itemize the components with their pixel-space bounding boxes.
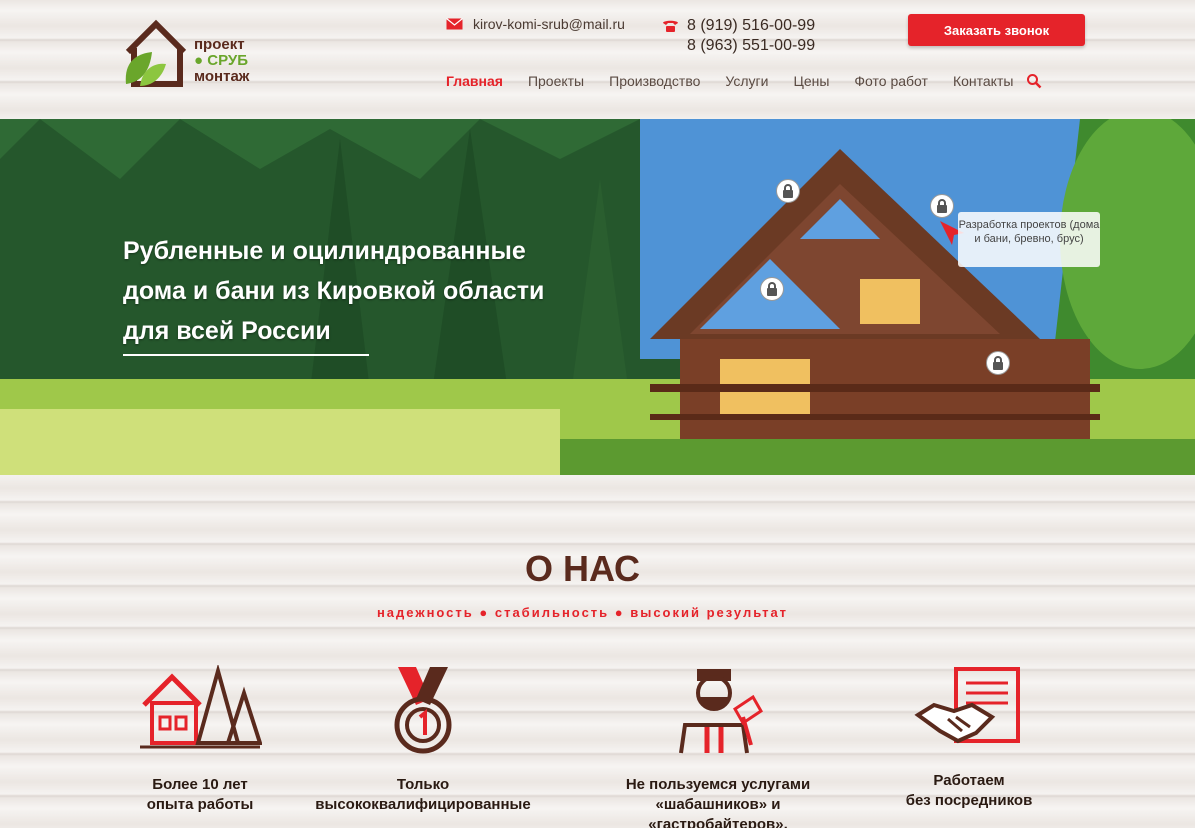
phone-icon	[663, 20, 678, 32]
contact-phones: 8 (919) 516-00-99 8 (963) 551-00-99	[662, 16, 815, 56]
lock-marker-2[interactable]	[930, 194, 954, 218]
hero-title: Рубленные и оцилиндрованные дома и бани …	[123, 231, 663, 351]
feature-experience-text: Более 10 лет опыта работы	[70, 775, 330, 815]
house-leaf-logo-icon	[125, 19, 187, 87]
main-nav: Главная Проекты Производство Услуги Цены…	[446, 73, 1042, 89]
nav-item-prices[interactable]: Цены	[793, 73, 829, 89]
hero-banner: Рубленные и оцилиндрованные дома и бани …	[0, 119, 1195, 475]
lock-marker-4[interactable]	[986, 351, 1010, 375]
project-tooltip: Разработка проектов (дома и бани, бревно…	[958, 212, 1100, 267]
feature-1-line1: Более 10 лет	[152, 776, 248, 793]
feature-4-line2: без посредников	[905, 792, 1033, 809]
hero-title-line3: для всей России	[123, 317, 331, 345]
lumberjack-icon	[679, 669, 763, 754]
logo-line2-text: СРУБ	[207, 52, 248, 69]
handshake-document-icon	[914, 667, 1020, 744]
feature-3-line1: Не пользуемся услугами	[625, 776, 811, 793]
logo-line3: монтаж	[194, 68, 250, 85]
phone-row-2[interactable]: 8 (963) 551-00-99	[662, 36, 815, 56]
feature-no-intermediaries-text: Работаем без посредников	[839, 771, 1099, 811]
hero-title-line1: Рубленные и оцилиндрованные	[123, 237, 526, 265]
feature-no-outsourcing: Не пользуемся услугами «шабашников» и «г…	[588, 665, 848, 828]
site-header: проект ● СРУБ монтаж kirov-komi-srub@mai…	[0, 0, 1195, 118]
house-trees-icon	[140, 665, 262, 749]
nav-item-home[interactable]: Главная	[446, 73, 503, 89]
nav-item-projects[interactable]: Проекты	[528, 73, 584, 89]
search-icon[interactable]	[1026, 73, 1042, 89]
feature-2-line1: Только	[396, 776, 450, 793]
lock-icon	[767, 282, 777, 296]
lock-icon	[937, 199, 947, 213]
feature-4-line1: Работаем	[933, 772, 1005, 789]
nav-item-services[interactable]: Услуги	[725, 73, 768, 89]
logo-line2: ● СРУБ	[194, 52, 248, 69]
phone-row-1[interactable]: 8 (919) 516-00-99	[662, 16, 815, 36]
lock-icon	[783, 184, 793, 198]
lock-icon	[993, 356, 1003, 370]
lock-marker-1[interactable]	[776, 179, 800, 203]
feature-no-outsourcing-text: Не пользуемся услугами «шабашников» и «г…	[588, 775, 848, 828]
order-call-button[interactable]: Заказать звонок	[908, 14, 1085, 46]
feature-experience: Более 10 лет опыта работы	[70, 665, 330, 815]
medal-icon	[394, 667, 452, 754]
logo-line1: проект	[194, 36, 245, 53]
feature-no-intermediaries: Работаем без посредников	[839, 665, 1099, 811]
phone-number-1[interactable]: 8 (919) 516-00-99	[687, 16, 815, 36]
nav-item-contacts[interactable]: Контакты	[953, 73, 1013, 89]
feature-1-line2: опыта работы	[146, 796, 254, 813]
company-logo[interactable]: проект ● СРУБ монтаж	[122, 18, 262, 90]
feature-qualified: Только высококвалифицированные	[293, 665, 553, 815]
feature-qualified-text: Только высококвалифицированные	[293, 775, 553, 815]
contact-email[interactable]: kirov-komi-srub@mail.ru	[446, 16, 625, 32]
feature-3-line2: «шабашников» и «гастробайтеров»,	[648, 796, 788, 828]
about-title: О НАС	[524, 548, 641, 589]
nav-item-production[interactable]: Производство	[609, 73, 700, 89]
hero-underline	[123, 354, 369, 356]
hero-title-line2: дома и бани из Кировкой области	[123, 277, 545, 305]
feature-2-line2: высококвалифицированные	[315, 796, 531, 813]
envelope-icon	[446, 18, 463, 30]
email-text[interactable]: kirov-komi-srub@mail.ru	[473, 16, 625, 32]
phone-number-2[interactable]: 8 (963) 551-00-99	[687, 36, 815, 56]
logo-text: проект ● СРУБ монтаж	[194, 37, 249, 85]
nav-item-photos[interactable]: Фото работ	[854, 73, 928, 89]
lock-marker-3[interactable]	[760, 277, 784, 301]
about-subtitle: надежность ● стабильность ● высокий резу…	[376, 605, 789, 620]
